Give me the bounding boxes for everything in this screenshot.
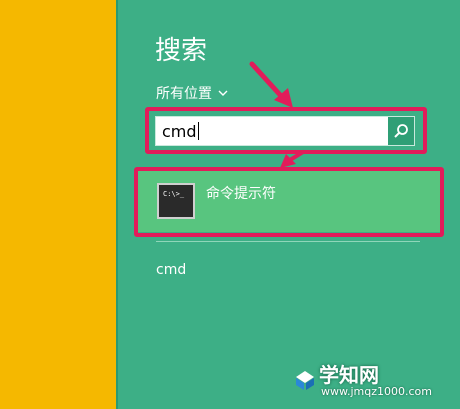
watermark-title: 学知网 [319,363,379,387]
annotation-arrows [249,61,305,168]
arrow-to-result [280,150,305,168]
watermark: 学知网 www.jmqz1000.com [294,357,454,403]
watermark-url: www.jmqz1000.com [321,385,432,398]
arrow-to-search-input [249,61,293,108]
windows-logo-icon [296,371,314,390]
